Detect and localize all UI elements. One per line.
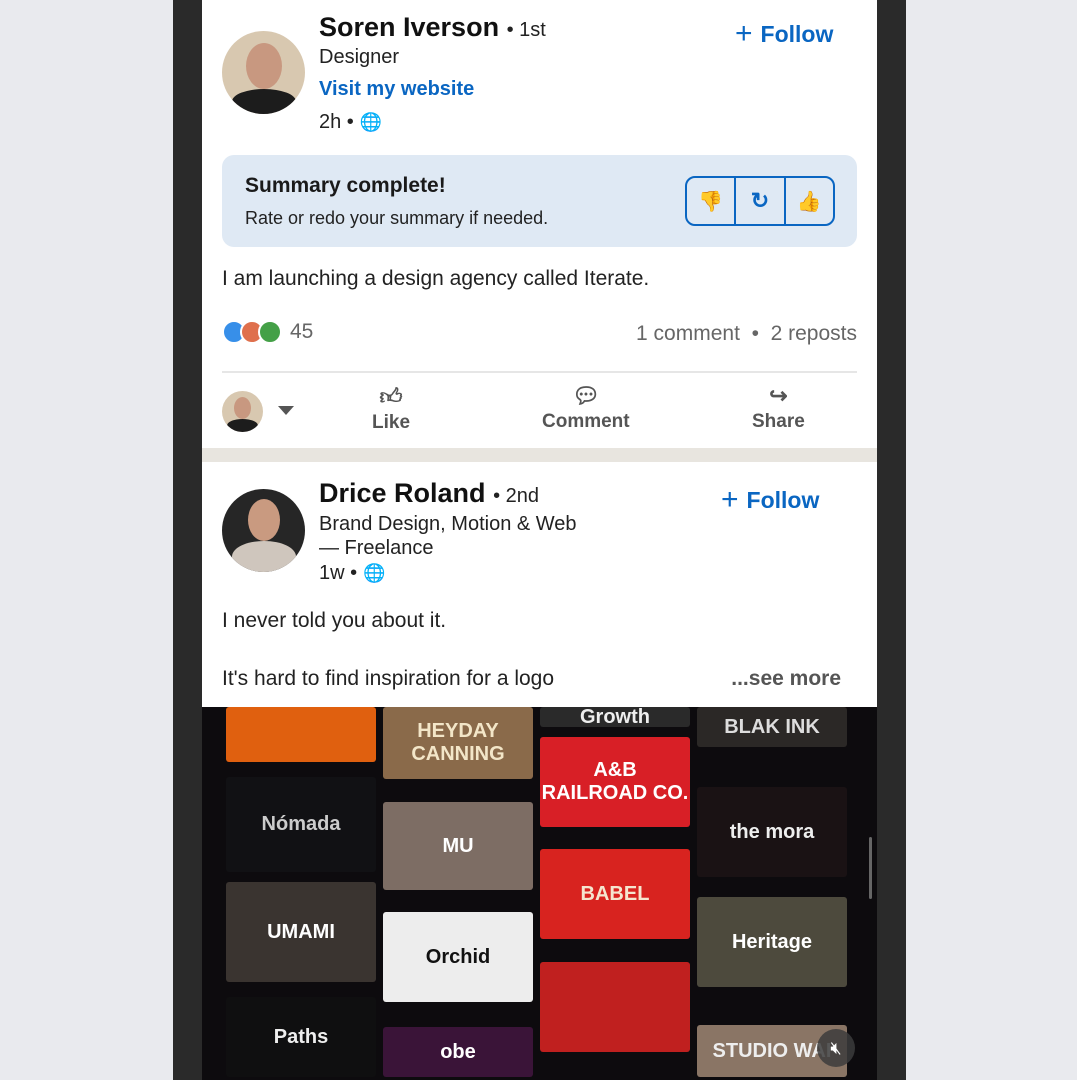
video-tile-label: UMAMI xyxy=(267,920,335,943)
see-more-link[interactable]: ...see more xyxy=(731,667,841,691)
connection-degree: • 2nd xyxy=(493,485,539,507)
author-name-text[interactable]: Drice Roland xyxy=(319,478,486,508)
video-scrollbar[interactable] xyxy=(869,837,872,899)
video-tile: MU xyxy=(383,802,533,890)
video-tile-label: the mora xyxy=(729,820,815,843)
follow-label: Follow xyxy=(746,486,820,513)
video-player[interactable]: STUDIO WAI obe Paths Heritage BABEL Orchid UMA… xyxy=(202,707,877,1080)
divider xyxy=(222,371,857,373)
headline: Brand Design, Motion & Web xyxy=(319,513,577,535)
video-tile-label: MU xyxy=(442,834,474,857)
thumbs-down-icon[interactable]: 👎 xyxy=(687,178,737,224)
thumbs-up-icon[interactable]: 👍 xyxy=(786,178,833,224)
headline: Designer xyxy=(319,46,400,68)
timestamp: 1w • xyxy=(319,562,358,584)
video-tile-label: Paths xyxy=(273,1025,329,1048)
video-tile-label: Heritage xyxy=(731,930,813,953)
redo-icon[interactable]: ↻ xyxy=(736,178,786,224)
video-tile-label: BLAK INK xyxy=(724,715,820,738)
plus-icon: + xyxy=(721,483,739,516)
feed: Soren Iverson • 1st Designer Visit my we… xyxy=(202,0,877,1080)
video-tile-label: Nómada xyxy=(261,813,341,835)
follow-button[interactable]: + Follow xyxy=(721,483,819,517)
video-tile: Heritage xyxy=(697,897,847,987)
share-icon: ↪ xyxy=(769,383,788,408)
plus-icon: + xyxy=(735,17,753,50)
mute-icon[interactable]: 🔇︎ xyxy=(817,1029,855,1067)
globe-icon: 🌐 xyxy=(359,112,383,132)
share-label: Share xyxy=(752,411,805,432)
video-tile: UMAMI xyxy=(226,882,376,982)
follow-label: Follow xyxy=(760,20,834,47)
author-name[interactable]: Drice Roland • 2nd xyxy=(319,478,539,509)
like-icon: 👍︎ xyxy=(379,384,403,409)
website-link[interactable]: Visit my website xyxy=(319,78,474,101)
author-name[interactable]: Soren Iverson • 1st xyxy=(319,12,546,43)
post-body-line: I never told you about it. xyxy=(222,609,447,632)
video-tile: Nómada xyxy=(226,777,376,872)
connection-degree: • 1st xyxy=(506,19,546,41)
video-tile: obe xyxy=(383,1027,533,1077)
post-separator xyxy=(202,448,877,462)
video-tile: Growth xyxy=(540,707,690,727)
video-tile: A&B RAILROAD CO. xyxy=(540,737,690,827)
video-tile: BABEL xyxy=(540,849,690,939)
avatar[interactable] xyxy=(222,489,305,572)
actor-avatar[interactable] xyxy=(222,391,263,432)
summary-rating-group: 👎 ↻ 👍 xyxy=(685,176,835,226)
video-tile: BLAK INK xyxy=(697,707,847,747)
video-tile xyxy=(226,707,376,762)
globe-icon: 🌐 xyxy=(363,563,386,583)
video-tile: HEYDAY CANNING xyxy=(383,707,533,779)
like-label: Like xyxy=(372,412,411,433)
support-reaction-icon xyxy=(258,320,282,344)
summary-banner: Summary complete! Rate or redo your summ… xyxy=(222,155,857,247)
video-tile-label: Orchid xyxy=(425,945,491,968)
post-body: I am launching a design agency called It… xyxy=(222,267,650,290)
engagement-stats: 1 comment • 2 reposts xyxy=(636,322,857,345)
comment-button[interactable]: 💬︎ Comment xyxy=(542,383,630,433)
video-tile xyxy=(540,962,690,1052)
reactions[interactable]: 45 xyxy=(222,320,313,344)
reaction-count: 45 xyxy=(290,320,314,343)
like-button[interactable]: 👍︎ Like xyxy=(372,383,410,434)
follow-button[interactable]: + Follow xyxy=(735,17,833,51)
caret-down-icon[interactable] xyxy=(278,406,294,415)
post-meta: 1w • 🌐 xyxy=(319,562,386,585)
post-body-line: It's hard to find inspiration for a logo xyxy=(222,667,555,690)
video-tile-label: obe xyxy=(440,1040,476,1063)
summary-subtitle: Rate or redo your summary if needed. xyxy=(245,208,549,228)
timestamp: 2h • xyxy=(319,111,354,133)
summary-title: Summary complete! xyxy=(245,174,446,197)
video-tile-label: HEYDAY CANNING xyxy=(411,720,505,765)
comment-icon: 💬︎ xyxy=(571,383,600,408)
video-tile-label: BABEL xyxy=(580,882,650,905)
video-tile: the mora xyxy=(697,787,847,877)
author-name-text[interactable]: Soren Iverson xyxy=(319,12,499,42)
avatar[interactable] xyxy=(222,31,305,114)
headline-continued: — Freelance xyxy=(319,537,434,559)
video-tile: Orchid xyxy=(383,912,533,1002)
reposts-count[interactable]: 2 reposts xyxy=(771,322,857,345)
comment-label: Comment xyxy=(542,411,630,432)
video-tile-label: A&B RAILROAD CO. xyxy=(541,759,689,804)
video-tile-label: STUDIO WAI xyxy=(712,1039,832,1062)
video-tile: Paths xyxy=(226,997,376,1077)
post-meta: 2h • 🌐 xyxy=(319,111,382,134)
share-button[interactable]: ↪ Share xyxy=(752,383,805,433)
comments-count[interactable]: 1 comment xyxy=(636,322,740,345)
video-tile-label: Growth xyxy=(580,707,650,727)
